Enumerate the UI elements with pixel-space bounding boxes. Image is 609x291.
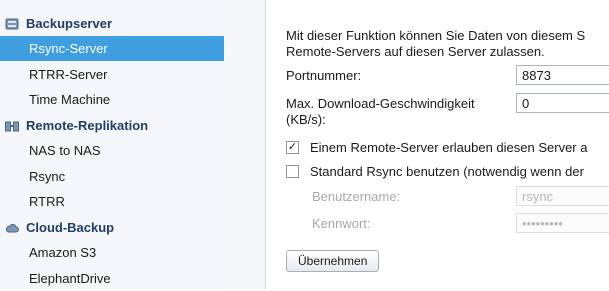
username-input[interactable] (516, 186, 609, 206)
port-label: Portnummer: (286, 68, 362, 83)
apply-button[interactable]: Übernehmen (286, 250, 380, 272)
description: Mit dieser Funktion können Sie Daten von… (286, 28, 585, 60)
password-label: Kennwort: (312, 216, 371, 231)
sidebar-item-nas-to-nas[interactable]: NAS to NAS (0, 138, 224, 163)
backup-server-icon (5, 18, 19, 30)
standard-rsync-checkbox[interactable] (286, 165, 299, 178)
group-remote-replikation: Remote-Replikation (0, 113, 224, 138)
sidebar-item-rtrr-server[interactable]: RTRR-Server (0, 62, 224, 87)
allow-remote-label: Einem Remote-Server erlauben diesen Serv… (310, 140, 588, 155)
username-label: Benutzername: (312, 189, 401, 204)
group-backupserver: Backupserver (0, 11, 224, 36)
allow-remote-checkbox[interactable]: ✓ (286, 141, 299, 154)
sidebar-item-rsync-server[interactable]: Rsync-Server (0, 36, 224, 61)
settings-panel: Mit dieser Funktion können Sie Daten von… (266, 0, 609, 289)
sidebar: Backupserver Rsync-Server RTRR-Server Ti… (0, 0, 225, 289)
password-input[interactable] (516, 213, 609, 233)
group-label: Cloud-Backup (26, 220, 115, 235)
download-speed-label: Max. Download-Geschwindigkeit (KB/s): (286, 96, 475, 128)
group-label: Backupserver (26, 16, 112, 31)
sidebar-item-rtrr[interactable]: RTRR (0, 189, 224, 214)
label-line: (KB/s): (286, 112, 326, 127)
description-line: Mit dieser Funktion können Sie Daten von… (286, 28, 586, 43)
panel-divider (224, 0, 266, 289)
description-line: Remote-Servers auf diesen Server zulasse… (286, 44, 545, 59)
sidebar-item-rsync[interactable]: Rsync (0, 164, 224, 189)
port-input[interactable] (516, 65, 609, 85)
sidebar-item-elephantdrive[interactable]: ElephantDrive (0, 266, 224, 291)
group-cloud-backup: Cloud-Backup (0, 215, 224, 240)
sidebar-item-amazon-s3[interactable]: Amazon S3 (0, 240, 224, 265)
download-speed-input[interactable] (516, 93, 609, 113)
sidebar-item-time-machine[interactable]: Time Machine (0, 87, 224, 112)
standard-rsync-label: Standard Rsync benutzen (notwendig wenn … (310, 164, 584, 179)
label-line: Max. Download-Geschwindigkeit (286, 96, 475, 111)
remote-replication-icon (5, 120, 19, 132)
group-label: Remote-Replikation (26, 118, 149, 133)
cloud-icon (5, 222, 19, 234)
